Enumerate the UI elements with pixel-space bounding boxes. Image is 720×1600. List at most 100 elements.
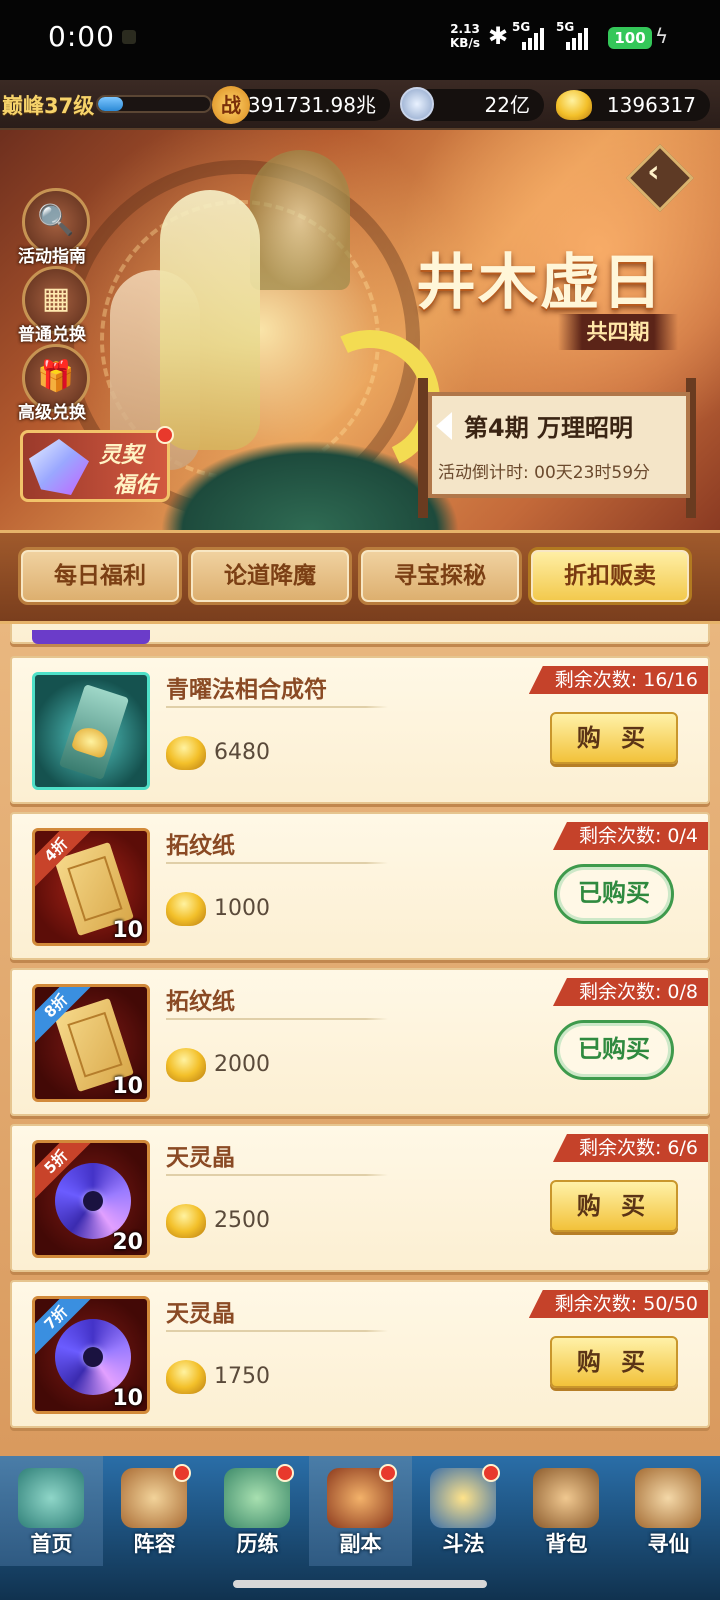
ingot-icon: [166, 1048, 206, 1082]
lingqi-blessing-button[interactable]: 灵契 福佑: [20, 430, 170, 502]
list-item: 10 7折 天灵晶 1750 剩余次数: 50/50 购 买: [10, 1280, 710, 1428]
remaining-count: 剩余次数: 6/6: [552, 1134, 708, 1162]
rubbing-paper-icon[interactable]: 10 4折: [32, 828, 150, 946]
resource-bar: 巅峰37级 391731.98兆 战 22亿 1396317: [0, 80, 720, 130]
event-subtitle: 共四期: [558, 314, 678, 350]
remaining-count: 剩余次数: 16/16: [528, 666, 708, 694]
nav-bag[interactable]: 背包: [515, 1456, 618, 1566]
guide-label: 活动指南: [18, 247, 86, 267]
home-indicator[interactable]: [233, 1580, 487, 1588]
discount-badge: 4折: [35, 831, 93, 889]
divider: [166, 1330, 388, 1332]
bottom-nav: 首页 阵容 历练 副本 斗法 背包 寻仙: [0, 1456, 720, 1600]
character-art: [160, 190, 260, 450]
ingot-icon: [166, 1360, 206, 1394]
signal-icon: 5G: [556, 20, 596, 50]
purchased-badge: 已购买: [554, 864, 674, 924]
period-title: 第4期 万理昭明: [464, 414, 634, 442]
list-item: 10 8折 拓纹纸 2000 剩余次数: 0/8 已购买: [10, 968, 710, 1116]
nav-lineup[interactable]: 阵容: [103, 1456, 206, 1566]
player-level: 巅峰37级: [2, 94, 95, 118]
nav-training[interactable]: 历练: [206, 1456, 309, 1566]
talisman-icon[interactable]: [32, 672, 150, 790]
magnifier-icon: 🔍: [37, 203, 75, 238]
ingot-icon: [166, 736, 206, 770]
discount-badge: 5折: [35, 1143, 93, 1201]
remaining-count: 剩余次数: 0/8: [552, 978, 708, 1006]
item-quantity: 10: [112, 918, 143, 943]
nav-dungeon[interactable]: 副本: [309, 1456, 412, 1566]
crystal-icon: [29, 439, 89, 495]
advanced-exchange-label: 高级兑换: [18, 403, 86, 423]
ingot-icon: [166, 1204, 206, 1238]
bag-icon: [533, 1468, 599, 1528]
spirit-crystal-icon[interactable]: 10 7折: [32, 1296, 150, 1414]
buy-button[interactable]: 购 买: [550, 712, 678, 764]
divider: [166, 1174, 388, 1176]
home-icon: [18, 1468, 84, 1528]
discount-badge: 8折: [35, 987, 93, 1045]
notification-dot: [173, 1464, 191, 1482]
item-price: 1000: [214, 896, 270, 921]
notification-dot: [276, 1464, 294, 1482]
notification-dot: [379, 1464, 397, 1482]
nav-seek-immortal[interactable]: 寻仙: [617, 1456, 720, 1566]
nav-duel[interactable]: 斗法: [412, 1456, 515, 1566]
gift-icon: 🎁: [37, 359, 75, 394]
purchased-badge: 已购买: [554, 1020, 674, 1080]
spirit-crystal-icon[interactable]: 20 5折: [32, 1140, 150, 1258]
event-title: 井木虚日: [416, 248, 664, 318]
power-display[interactable]: 391731.98兆: [226, 89, 390, 121]
list-item: [10, 624, 710, 644]
buy-button[interactable]: 购 买: [550, 1180, 678, 1232]
power-icon: 战: [212, 86, 250, 124]
back-button[interactable]: ‹: [626, 144, 694, 212]
copper-coin-icon: [400, 87, 434, 121]
scroll-icon: [635, 1468, 701, 1528]
tab-debate-demons[interactable]: 论道降魔: [188, 547, 352, 605]
remaining-count: 剩余次数: 50/50: [528, 1290, 708, 1318]
countdown-text: 活动倒计时: 00天23时59分: [438, 463, 651, 483]
nav-home[interactable]: 首页: [0, 1456, 103, 1566]
item-icon-partial: [32, 630, 150, 644]
buy-button[interactable]: 购 买: [550, 1336, 678, 1388]
divider: [166, 1018, 388, 1020]
item-quantity: 10: [112, 1386, 143, 1411]
notification-dot: [156, 426, 174, 444]
item-name: 天灵晶: [166, 1301, 235, 1327]
bluetooth-icon: ✱: [488, 22, 509, 50]
item-name: 青曜法相合成符: [166, 677, 327, 703]
tab-discount-sale[interactable]: 折扣贩卖: [528, 547, 692, 605]
remaining-count: 剩余次数: 0/4: [552, 822, 708, 850]
item-name: 拓纹纸: [166, 833, 235, 859]
ingot-icon: [556, 90, 592, 120]
item-quantity: 20: [112, 1230, 143, 1255]
charging-icon: ϟ: [655, 24, 669, 48]
item-price: 6480: [214, 740, 270, 765]
item-name: 拓纹纸: [166, 989, 235, 1015]
shop-list[interactable]: 青曜法相合成符 6480 剩余次数: 16/16 购 买 10 4折 拓纹纸 1…: [0, 624, 720, 1456]
list-item: 20 5折 天灵晶 2500 剩余次数: 6/6 购 买: [10, 1124, 710, 1272]
battery-icon: 100: [608, 27, 652, 49]
item-price: 1750: [214, 1364, 270, 1389]
period-panel: 第4期 万理昭明 活动倒计时: 00天23时59分: [428, 392, 690, 498]
xp-bar: [96, 95, 212, 113]
xp-bar-fill: [98, 97, 123, 111]
signal-icon: 5G: [512, 20, 552, 50]
status-time: 0:00: [48, 20, 115, 53]
sign-pole: [418, 378, 428, 518]
box-icon: ▦: [41, 281, 71, 316]
net-speed: 2.13 KB/s: [450, 22, 480, 50]
notification-icon: [122, 30, 136, 44]
rubbing-paper-icon[interactable]: 10 8折: [32, 984, 150, 1102]
chevron-left-icon: ‹: [647, 154, 660, 190]
list-item: 青曜法相合成符 6480 剩余次数: 16/16 购 买: [10, 656, 710, 804]
discount-badge: 7折: [35, 1299, 93, 1357]
item-price: 2000: [214, 1052, 270, 1077]
list-item: 10 4折 拓纹纸 1000 剩余次数: 0/4 已购买: [10, 812, 710, 960]
ingot-icon: [166, 892, 206, 926]
tab-daily-welfare[interactable]: 每日福利: [18, 547, 182, 605]
tab-treasure-hunt[interactable]: 寻宝探秘: [358, 547, 522, 605]
prev-period-icon[interactable]: [436, 412, 452, 440]
status-bar: 0:00 2.13 KB/s ✱ 5G 5G 100 ϟ: [0, 0, 720, 80]
